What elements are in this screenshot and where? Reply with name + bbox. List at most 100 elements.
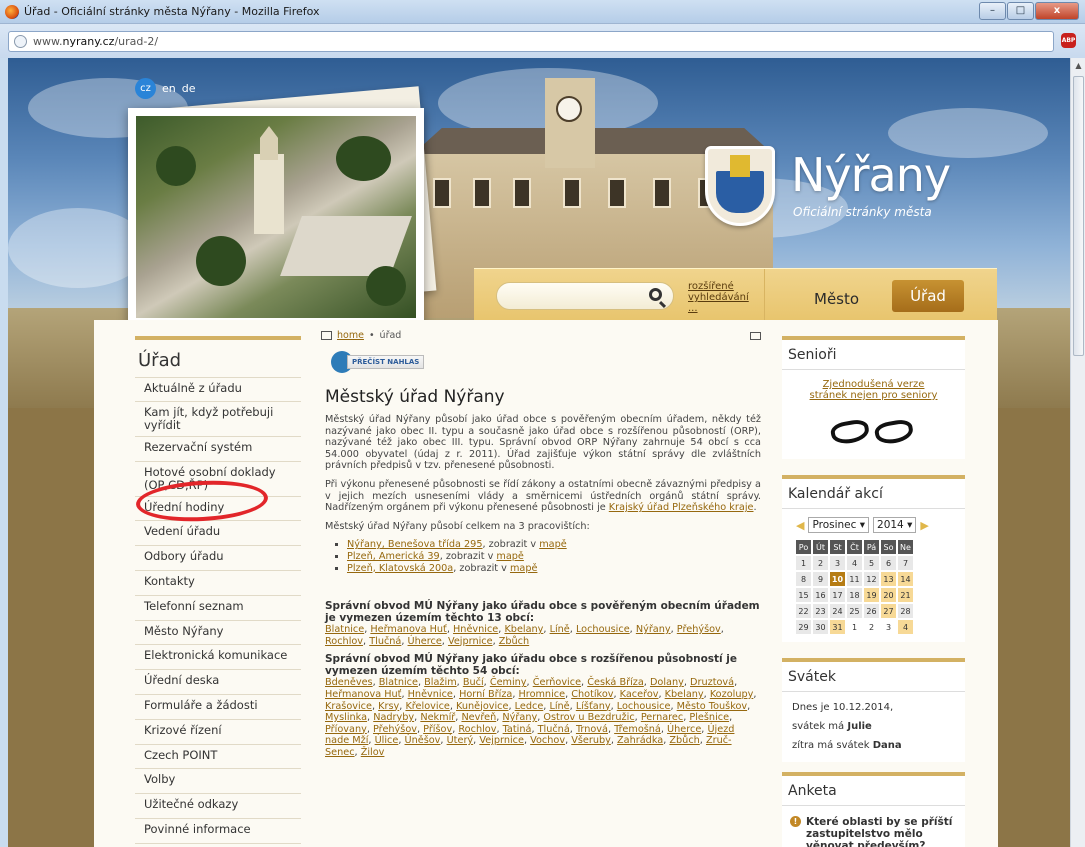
obec-link[interactable]: Čerňovice xyxy=(533,677,581,688)
obec-link[interactable]: Zahrádka xyxy=(617,735,663,746)
advanced-search-link[interactable]: rozšířené vyhledávání ... xyxy=(688,281,760,314)
obec-link[interactable]: Kbelany xyxy=(504,624,543,635)
obec-link[interactable]: Lochousice xyxy=(617,701,671,712)
email-icon[interactable] xyxy=(750,332,761,340)
calendar-day[interactable]: 25 xyxy=(847,604,862,618)
obec-link[interactable]: Nevřeň xyxy=(461,712,496,723)
obec-link[interactable]: Rochlov xyxy=(458,724,496,735)
calendar-day[interactable]: 20 xyxy=(881,588,896,602)
breadcrumb-home[interactable]: home xyxy=(337,330,364,341)
url-text[interactable]: www.nyrany.cz/urad-2/ xyxy=(33,35,158,48)
obec-link[interactable]: Vochov xyxy=(530,735,565,746)
calendar-day[interactable]: 29 xyxy=(796,620,811,634)
obec-link[interactable]: Heřmanova Huť xyxy=(370,624,446,635)
calendar-day[interactable]: 21 xyxy=(898,588,913,602)
calendar-day[interactable]: 5 xyxy=(864,556,879,570)
obec-link[interactable]: Líně xyxy=(550,624,570,635)
obec-link[interactable]: Tlučná xyxy=(538,724,570,735)
obec-link[interactable]: Kaceřov xyxy=(620,689,659,700)
obec-link[interactable]: Nadryby xyxy=(373,712,414,723)
nav-mesto[interactable]: Město xyxy=(814,290,859,308)
calendar-day[interactable]: 28 xyxy=(898,604,913,618)
read-aloud-button[interactable]: PŘEČÍST NAHLAS xyxy=(331,351,761,373)
lang-de[interactable]: de xyxy=(182,82,196,95)
sidebar-item[interactable]: Kontakty xyxy=(135,571,301,596)
obec-link[interactable]: Horní Bříza xyxy=(459,689,512,700)
sidebar-item[interactable]: Krizové řízení xyxy=(135,720,301,745)
scroll-up-icon[interactable]: ▲ xyxy=(1071,58,1085,73)
site-brand[interactable]: Nýřany xyxy=(791,148,951,202)
obec-link[interactable]: Pernarec xyxy=(641,712,683,723)
obec-link[interactable]: Chotíkov xyxy=(571,689,613,700)
calendar-day[interactable]: 1 xyxy=(796,556,811,570)
calendar-day[interactable]: 2 xyxy=(813,556,828,570)
calendar-day[interactable]: 27 xyxy=(881,604,896,618)
obec-link[interactable]: Čeminy xyxy=(490,677,527,688)
calendar-day[interactable]: 19 xyxy=(864,588,879,602)
obec-link[interactable]: Líně xyxy=(549,701,569,712)
obec-link[interactable]: Trnová xyxy=(576,724,608,735)
sidebar-item[interactable]: Odbory úřadu xyxy=(135,546,301,571)
krajsky-urad-link[interactable]: Krajský úřad Plzeňského kraje xyxy=(609,502,754,513)
lang-cz[interactable]: cz xyxy=(135,78,156,99)
nav-urad[interactable]: Úřad xyxy=(892,280,964,312)
obec-link[interactable]: Příovany xyxy=(325,724,367,735)
obec-link[interactable]: Nýřany xyxy=(636,624,671,635)
obec-link[interactable]: Česká Bříza xyxy=(587,677,644,688)
sidebar-item[interactable]: Czech POINT xyxy=(135,745,301,770)
calendar-day[interactable]: 12 xyxy=(864,572,879,586)
obec-link[interactable]: Lochousice xyxy=(576,624,630,635)
site-identity-icon[interactable] xyxy=(14,35,27,48)
calendar-day[interactable]: 9 xyxy=(813,572,828,586)
sidebar-item[interactable]: Elektronická komunikace xyxy=(135,645,301,671)
obec-link[interactable]: Tlučná xyxy=(369,636,401,647)
search-icon[interactable] xyxy=(649,288,662,301)
glasses-icon[interactable] xyxy=(828,413,919,453)
sidebar-item[interactable]: Město Nýřany xyxy=(135,621,301,646)
adblock-plus-button[interactable]: ABP xyxy=(1061,33,1079,49)
obec-link[interactable]: Myslinka xyxy=(325,712,367,723)
poll-question[interactable]: ! Které oblasti by se příští zastupitels… xyxy=(782,806,965,847)
calendar-day[interactable]: 22 xyxy=(796,604,811,618)
sidebar-item[interactable]: Aktuálně z úřadu xyxy=(135,377,301,402)
calendar-day[interactable]: 15 xyxy=(796,588,811,602)
vertical-scrollbar[interactable]: ▲ xyxy=(1070,58,1085,847)
obec-link[interactable]: Křelovice xyxy=(405,701,449,712)
year-select[interactable]: 2014 ▾ xyxy=(873,517,917,533)
seniori-link[interactable]: Zjednodušená verze stránek nejen pro sen… xyxy=(804,379,944,401)
sidebar-item[interactable]: Povinné informace xyxy=(135,819,301,844)
obec-link[interactable]: Plešnice xyxy=(689,712,729,723)
obec-link[interactable]: Nekmíř xyxy=(420,712,455,723)
calendar-day[interactable]: 14 xyxy=(898,572,913,586)
obec-link[interactable]: Rochlov xyxy=(325,636,363,647)
calendar-day[interactable]: 13 xyxy=(881,572,896,586)
workplace-link[interactable]: Plzeň, Americká 39 xyxy=(347,551,440,562)
obec-link[interactable]: Město Touškov xyxy=(677,701,747,712)
sidebar-item[interactable]: Telefonní seznam xyxy=(135,596,301,621)
obec-link[interactable]: Blatnice xyxy=(379,677,418,688)
sidebar-item[interactable]: Rezervační systém xyxy=(135,437,301,462)
sidebar-item[interactable]: Volby xyxy=(135,769,301,795)
obec-link[interactable]: Přehýšov xyxy=(373,724,417,735)
obec-link[interactable]: Tatiná xyxy=(503,724,532,735)
obec-link[interactable]: Úterý xyxy=(447,735,474,746)
search-input[interactable] xyxy=(496,282,674,310)
calendar-day[interactable]: 24 xyxy=(830,604,845,618)
obec-link[interactable]: Úherce xyxy=(667,724,701,735)
sidebar-item[interactable]: Vedení úřadu xyxy=(135,521,301,547)
obec-link[interactable]: Úherce xyxy=(408,636,442,647)
calendar-day[interactable]: 23 xyxy=(813,604,828,618)
obec-link[interactable]: Blatnice xyxy=(325,624,364,635)
obec-link[interactable]: Kozolupy xyxy=(710,689,754,700)
workplace-link[interactable]: Nýřany, Benešova třída 295 xyxy=(347,539,483,550)
obec-link[interactable]: Příšov xyxy=(423,724,452,735)
calendar-day[interactable]: 8 xyxy=(796,572,811,586)
prev-month-icon[interactable]: ◀ xyxy=(796,519,804,532)
obec-link[interactable]: Bučí xyxy=(463,677,484,688)
scroll-thumb[interactable] xyxy=(1073,76,1084,356)
obec-link[interactable]: Úlice xyxy=(375,735,399,746)
calendar-day[interactable]: 26 xyxy=(864,604,879,618)
sidebar-item[interactable]: Formuláře a žádosti xyxy=(135,695,301,720)
calendar-day[interactable]: 10 xyxy=(830,572,845,586)
obec-link[interactable]: Zbůch xyxy=(499,636,529,647)
